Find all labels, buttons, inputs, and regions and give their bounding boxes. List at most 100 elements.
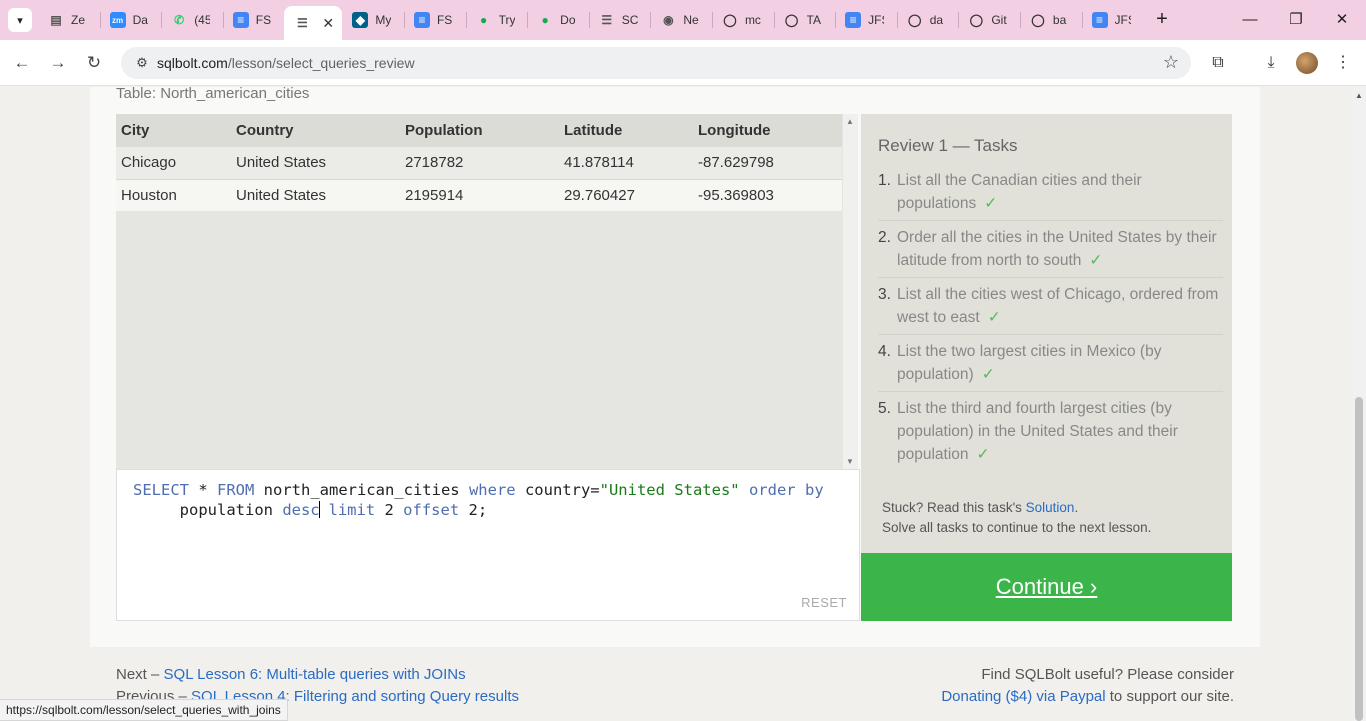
downloads-icon[interactable]: ⤓: [1258, 50, 1284, 76]
browser-tab[interactable]: ● Do: [527, 0, 589, 40]
reload-button[interactable]: ↻: [81, 50, 107, 76]
browser-tab[interactable]: ◯ TA: [773, 0, 836, 40]
browser-tab[interactable]: ◯ mc: [711, 0, 774, 40]
browser-tab[interactable]: ≡ FSI: [222, 0, 285, 40]
address-bar[interactable]: ⚙ sqlbolt.com/lesson/select_queries_revi…: [121, 47, 1191, 79]
tab-title: My: [375, 13, 392, 27]
github-icon: ◯: [784, 13, 799, 27]
scroll-down-icon[interactable]: ▼: [846, 457, 854, 466]
solution-link[interactable]: Solution: [1026, 500, 1075, 515]
sql-string: "United States": [599, 481, 740, 499]
page-scrollbar[interactable]: ▲: [1352, 87, 1366, 721]
continue-button[interactable]: Continue ›: [861, 553, 1232, 621]
browser-tab[interactable]: ◯ da: [896, 0, 959, 40]
next-lesson-link[interactable]: SQL Lesson 6: Multi-table queries with J…: [164, 666, 466, 683]
new-tab-button[interactable]: +: [1150, 8, 1174, 32]
browser-tab[interactable]: ◆ My: [342, 0, 404, 40]
tab-title: (45: [194, 13, 211, 27]
chrome-icon: ◉: [663, 13, 674, 27]
browser-tab[interactable]: ☰ ✕: [284, 6, 343, 40]
tab-title: Ne: [683, 13, 699, 27]
task-item: 4. List the two largest cities in Mexico …: [878, 339, 1223, 392]
database-icon: ☰: [296, 16, 308, 30]
donate-link[interactable]: Donating ($4) via Paypal: [941, 688, 1105, 705]
reset-button[interactable]: RESET: [801, 595, 847, 610]
tab-title: Da: [132, 13, 148, 27]
task-number: 4.: [878, 343, 891, 360]
browser-tab[interactable]: ◯ ba: [1019, 0, 1082, 40]
task-text: List the third and fourth largest cities…: [897, 400, 1178, 463]
link-status-bar: https://sqlbolt.com/lesson/select_querie…: [0, 699, 288, 721]
close-tab-icon[interactable]: ✕: [322, 15, 334, 32]
sql-keyword: order: [748, 481, 796, 499]
database-icon: ☰: [601, 13, 613, 27]
scroll-up-icon[interactable]: ▲: [846, 117, 854, 126]
page-scroll-up-icon[interactable]: ▲: [1355, 91, 1363, 100]
browser-tab[interactable]: ≡ JFS: [1081, 0, 1144, 40]
table-caption: Table: North_american_cities: [116, 87, 310, 102]
zoom-icon: zm: [109, 12, 126, 28]
browser-tab[interactable]: ▤ Ze: [38, 0, 100, 40]
column-header: Country: [231, 114, 400, 147]
tab-title: Try: [498, 13, 515, 27]
sql-editor[interactable]: SELECT * FROM north_american_cities wher…: [116, 469, 860, 621]
browser-tab[interactable]: ≡ JFS: [835, 0, 897, 40]
task-item: 5. List the third and fourth largest citi…: [878, 396, 1223, 471]
profile-avatar[interactable]: [1296, 52, 1318, 74]
sql-text: population: [179, 501, 273, 519]
restore-button[interactable]: ❐: [1282, 6, 1310, 34]
github-icon: ◯: [1031, 13, 1045, 27]
sql-keyword: where: [468, 481, 516, 499]
browser-tab[interactable]: ◉ Ne: [650, 0, 712, 40]
page-scroll-thumb[interactable]: [1355, 397, 1363, 721]
results-scrollbar[interactable]: ▲ ▼: [843, 114, 858, 469]
mongodb-icon: ●: [541, 13, 549, 27]
task-list: 1. List all the Canadian cities and their…: [878, 168, 1223, 475]
github-icon: ◯: [969, 13, 984, 27]
google-docs-icon: ≡: [413, 12, 430, 28]
extensions-icon[interactable]: ⧉: [1205, 50, 1231, 76]
table-cell: -95.369803: [693, 178, 842, 211]
checkmark-icon: ✓: [984, 195, 998, 212]
url-host: sqlbolt.com: [157, 55, 228, 71]
sql-text: 2: [375, 501, 404, 519]
sql-keyword: offset: [403, 501, 460, 519]
task-item: 2. Order all the cities in the United Sta…: [878, 225, 1223, 278]
sql-keyword: by: [804, 481, 824, 499]
sql-text: *: [189, 481, 217, 499]
browser-tab[interactable]: ≡ FSI: [403, 0, 466, 40]
browser-tab[interactable]: ● Try: [465, 0, 528, 40]
task-number: 2.: [878, 229, 891, 246]
table-cell: Houston: [116, 178, 231, 211]
sql-keyword: SELECT: [133, 481, 189, 499]
stuck-end: .: [1074, 500, 1079, 515]
browser-tab[interactable]: ◯ Git: [958, 0, 1020, 40]
browser-tab[interactable]: zm Da: [99, 0, 162, 40]
tab-search-button[interactable]: ▾: [8, 8, 32, 32]
close-window-button[interactable]: ✕: [1328, 6, 1356, 34]
tab-title: Git: [991, 13, 1007, 27]
table-row: Houston United States 2195914 29.760427 -95.…: [116, 178, 842, 211]
table-cell: Chicago: [116, 147, 231, 179]
continue-label[interactable]: Continue ›: [996, 574, 1098, 600]
browser-tab[interactable]: ✆ (45: [161, 0, 223, 40]
tasks-panel: Review 1 — Tasks 1. List all the Canadian…: [861, 114, 1232, 553]
task-number: 3.: [878, 286, 891, 303]
stuck-hint: Stuck? Read this task's Solution. Solve …: [882, 498, 1151, 538]
bookmark-star-icon[interactable]: ☆: [1163, 52, 1179, 73]
forward-button[interactable]: →: [45, 50, 71, 76]
page-viewport: Table: North_american_cities City Country…: [0, 87, 1352, 721]
site-info-icon[interactable]: ⚙: [133, 54, 151, 72]
minimize-button[interactable]: —: [1236, 6, 1264, 34]
table-cell: 41.878114: [559, 147, 693, 179]
column-header: City: [116, 114, 231, 147]
menu-icon[interactable]: ⋮: [1330, 50, 1356, 76]
browser-tab[interactable]: ☰ SC: [588, 0, 651, 40]
sql-query-text[interactable]: SELECT * FROM north_american_cities wher…: [133, 480, 824, 520]
back-button[interactable]: ←: [9, 50, 35, 76]
table-cell: 2718782: [400, 147, 559, 179]
sql-text: country=: [515, 481, 600, 499]
sql-text: 2: [459, 501, 478, 519]
